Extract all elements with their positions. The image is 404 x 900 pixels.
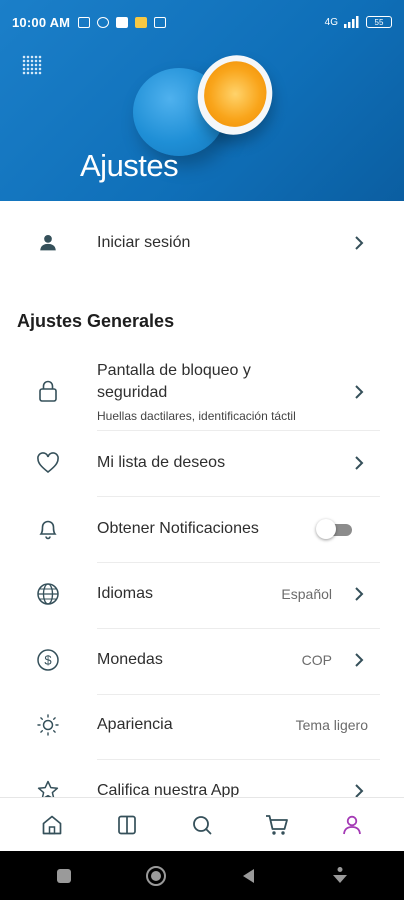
sun-icon (35, 712, 61, 738)
search-icon (193, 815, 212, 834)
chevron-right-icon (352, 782, 366, 797)
heart-icon (35, 450, 61, 476)
settings-item-appearance[interactable]: Apariencia Tema ligero (0, 703, 404, 747)
notification-icons (78, 16, 167, 28)
currencies-value: COP (301, 652, 332, 668)
cart-icon (266, 814, 289, 835)
login-row[interactable]: Iniciar sesión (0, 221, 404, 265)
triangle-back-icon (243, 868, 254, 883)
mail-icon (154, 16, 167, 28)
chevron-right-icon (352, 585, 366, 603)
message-icon (116, 16, 129, 28)
nav-catalog[interactable] (107, 805, 147, 845)
settings-item-languages[interactable]: Idiomas Español (0, 572, 404, 616)
profile-icon (343, 815, 362, 834)
battery-icon: 55 (366, 16, 392, 28)
lock-screen-subtitle: Huellas dactilares, identificación tácti… (97, 409, 296, 423)
status-bar: 10:00 AM 4G 55 (0, 0, 404, 44)
square-icon (57, 868, 71, 883)
nav-home[interactable] (32, 805, 72, 845)
bottom-navigation (0, 797, 404, 851)
back-button[interactable] (233, 861, 263, 891)
rate-app-label: Califica nuestra App (97, 782, 240, 797)
status-right: 4G 55 (325, 16, 392, 28)
notification-icon (78, 16, 91, 28)
divider (97, 694, 380, 695)
page-title: Ajustes (80, 148, 179, 183)
divider (97, 562, 380, 563)
nav-search[interactable] (182, 805, 222, 845)
settings-item-notifications: Obtener Notificaciones (0, 507, 404, 551)
dots-pattern-icon (22, 55, 42, 75)
languages-value: Español (281, 586, 332, 602)
user-icon (35, 230, 61, 256)
status-time: 10:00 AM (12, 14, 71, 30)
divider (97, 496, 380, 497)
globe-icon (35, 581, 61, 607)
settings-list: Iniciar sesión Ajustes Generales Pantall… (0, 201, 404, 797)
home-icon (42, 815, 61, 834)
section-title-general: Ajustes Generales (17, 311, 175, 331)
alarm-icon (97, 16, 110, 28)
accessibility-button[interactable] (325, 861, 355, 891)
languages-label: Idiomas (97, 585, 154, 602)
wishlist-label: Mi lista de deseos (97, 454, 226, 471)
chevron-right-icon (352, 234, 366, 252)
nav-profile[interactable] (332, 805, 372, 845)
divider (97, 628, 380, 629)
lock-screen-label-line1: Pantalla de bloqueo y (97, 362, 251, 379)
download-arrow-icon (333, 866, 347, 883)
bell-icon (35, 516, 61, 542)
chevron-right-icon (352, 651, 366, 669)
currency-icon: $ (35, 647, 61, 673)
app-notification-icon (135, 16, 148, 28)
system-navigation-bar (0, 851, 404, 900)
divider (97, 430, 380, 431)
battery-level: 55 (374, 17, 384, 27)
settings-item-lock-screen[interactable]: Pantalla de bloqueo y seguridad Huellas … (0, 356, 404, 426)
settings-item-rate-app[interactable]: Califica nuestra App (0, 769, 404, 797)
login-label: Iniciar sesión (97, 234, 191, 251)
appearance-label: Apariencia (97, 716, 173, 733)
lock-screen-label-line2: seguridad (97, 384, 168, 401)
svg-text:$: $ (44, 653, 52, 668)
currencies-label: Monedas (97, 651, 163, 668)
appearance-value: Tema ligero (295, 717, 368, 733)
divider (97, 759, 380, 760)
home-system-button[interactable] (141, 861, 171, 891)
lock-icon (35, 378, 61, 404)
notifications-label: Obtener Notificaciones (97, 520, 259, 537)
network-label: 4G (324, 16, 338, 28)
nav-cart[interactable] (257, 805, 297, 845)
catalog-icon (117, 815, 136, 834)
toggle-knob (316, 519, 336, 539)
settings-item-currencies[interactable]: $ Monedas COP (0, 638, 404, 682)
signal-icon (344, 16, 359, 28)
recents-button[interactable] (49, 861, 79, 891)
circle-icon (146, 865, 166, 886)
chevron-right-icon (352, 454, 366, 472)
star-icon (35, 778, 61, 797)
notifications-toggle[interactable] (316, 519, 356, 539)
settings-item-wishlist[interactable]: Mi lista de deseos (0, 441, 404, 485)
chevron-right-icon (352, 383, 366, 401)
lock-screen-label: Pantalla de bloqueo y seguridad (97, 360, 251, 404)
header-banner: 10:00 AM 4G 55 Ajustes (0, 0, 404, 201)
